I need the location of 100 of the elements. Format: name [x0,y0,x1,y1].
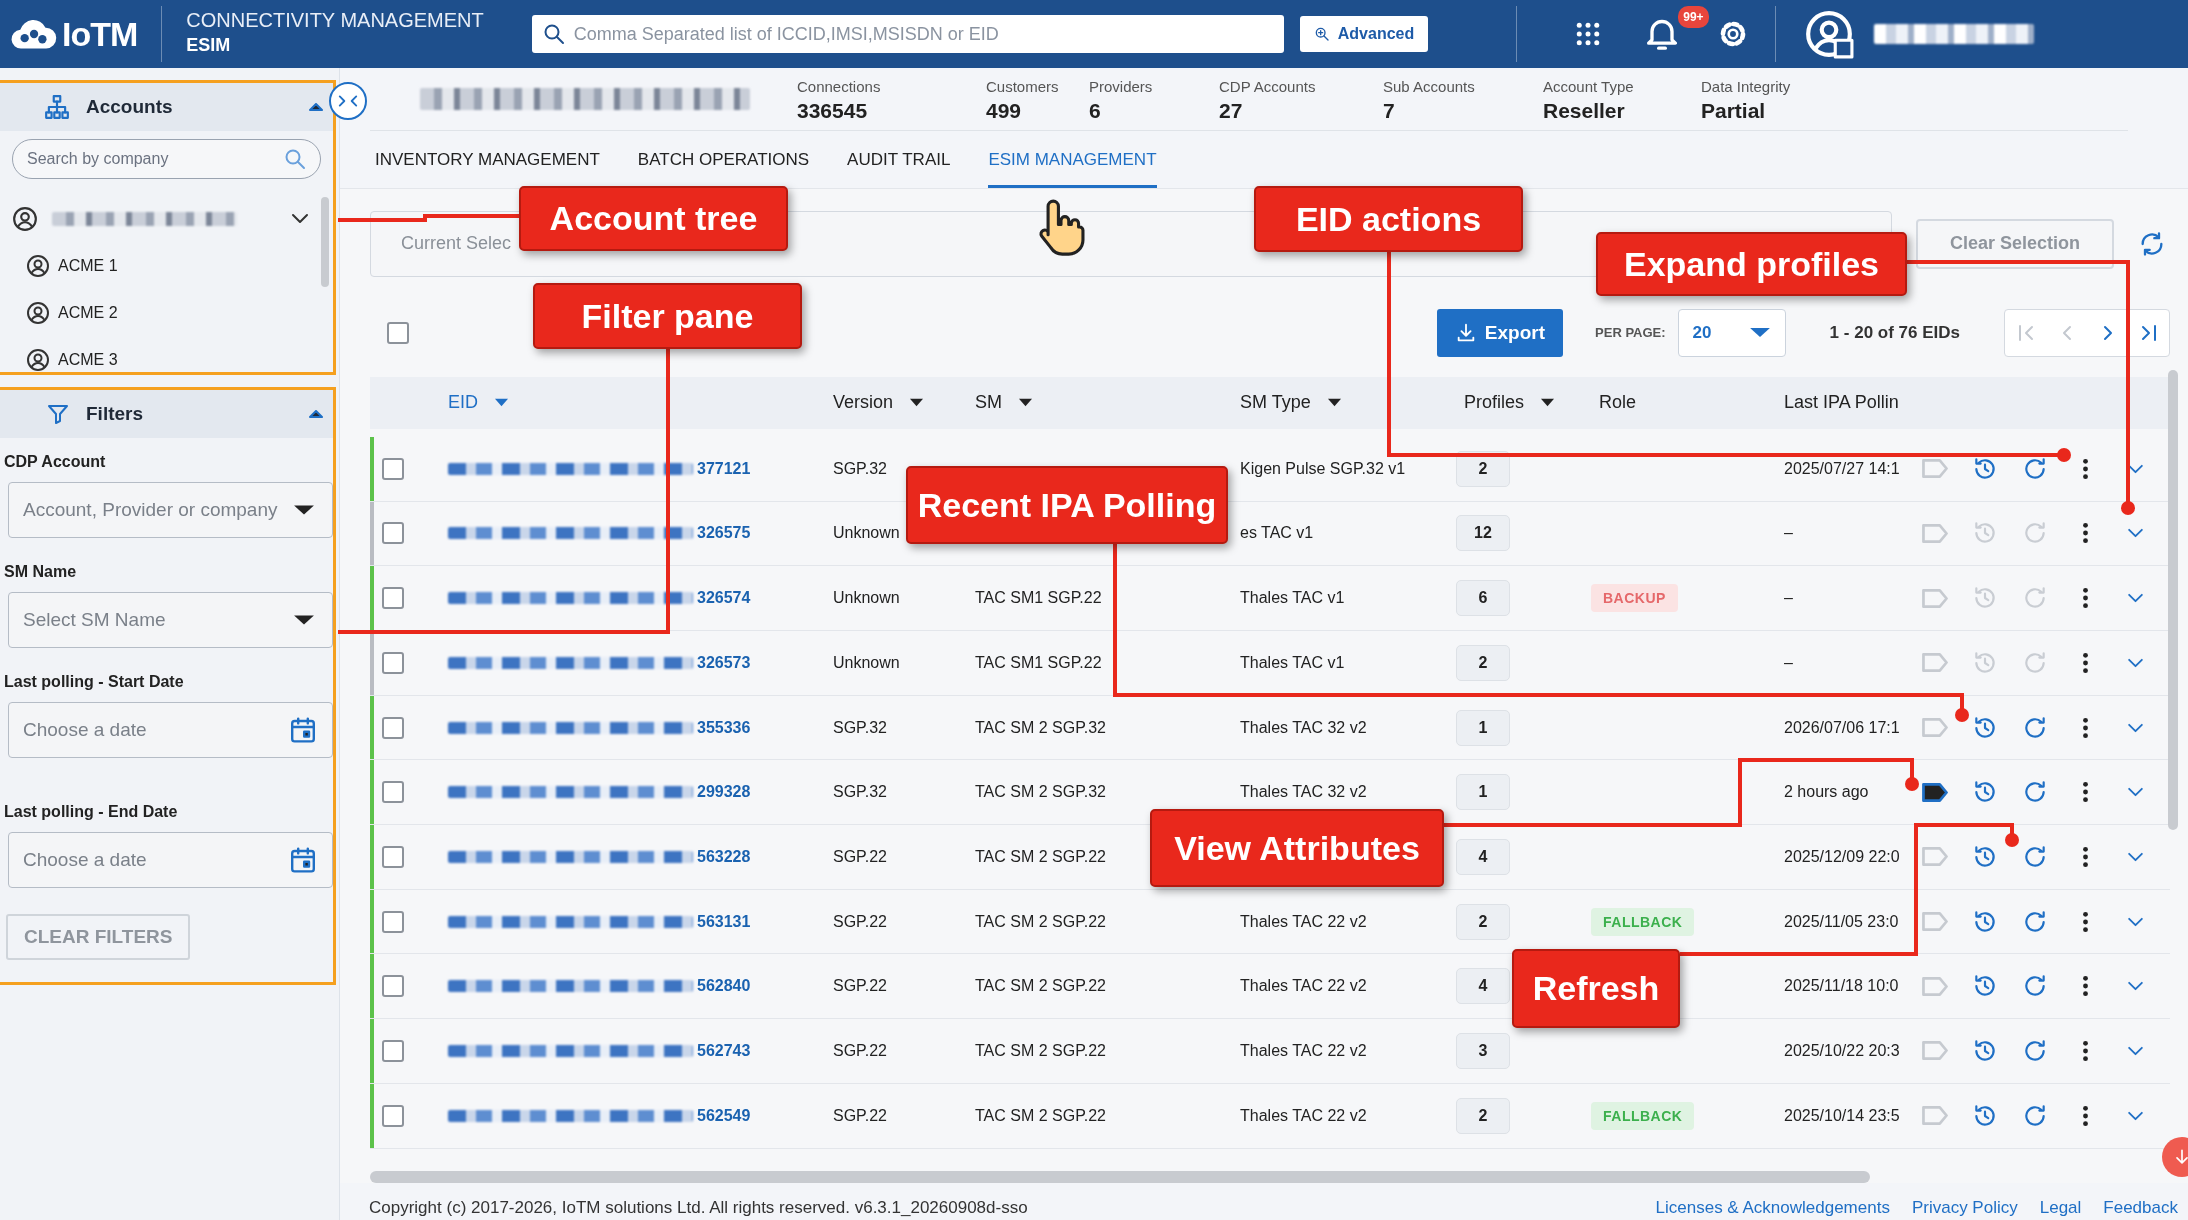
history-icon[interactable] [1972,455,1998,482]
tag-icon[interactable] [1922,782,1948,802]
eid-link[interactable]: 355336 [697,715,751,740]
eid-link[interactable]: 563228 [697,844,751,869]
stat-value: 6 [1089,98,1102,122]
footer-link[interactable]: Feedback [2103,1194,2178,1220]
column-header[interactable]: Last IPA Pollin [1784,389,1899,417]
column-header[interactable]: Role [1599,389,1637,417]
per-page-select[interactable]: 20 [1677,308,1786,357]
table-row[interactable]: 563131 SGP.22 TAC SM 2 SGP.22 Thales TAC 22 v2 2 FALLBACK 2025/11/05 23:0 [370,889,2170,955]
tree-item-label[interactable]: ACME 2 [58,300,118,325]
more-options-icon[interactable] [2081,1104,2089,1127]
table-row[interactable]: 326574 Unknown TAC SM1 SGP.22 Thales TAC v1 6 BACKUP – [370,566,2170,631]
column-header[interactable]: Profiles [1464,389,1525,417]
row-checkbox[interactable] [382,845,404,868]
date-field[interactable]: Choose a date [8,832,333,888]
history-icon[interactable] [1972,1102,1998,1129]
eid-link[interactable]: 326573 [697,650,751,675]
row-checkbox[interactable] [382,587,404,610]
more-options-icon[interactable] [2081,781,2089,804]
row-checkbox[interactable] [382,781,404,804]
export-button[interactable]: Export [1436,308,1564,357]
row-checkbox[interactable] [382,651,404,674]
callout-label: View Attributes [1150,809,1444,887]
row-checkbox[interactable] [382,1104,404,1127]
more-options-icon[interactable] [2081,522,2089,545]
table-row[interactable]: 299328 SGP.32 TAC SM 2 SGP.32 Thales TAC 32 v2 1 2 hours ago [370,760,2170,826]
chevron-down-icon[interactable] [291,213,309,224]
row-checkbox[interactable] [382,716,404,739]
eid-link[interactable]: 326574 [697,586,751,611]
scrollbar[interactable] [321,197,329,287]
tab[interactable]: AUDIT TRAIL [847,147,951,188]
advanced-search-button[interactable]: Advanced [1299,16,1429,52]
history-icon[interactable] [1972,843,1998,870]
user-avatar-icon[interactable] [1804,9,1855,59]
panel-header[interactable]: Accounts [0,83,333,131]
collapse-sidebar-button[interactable] [329,82,367,120]
search-field[interactable]: Comma Separated list of ICCID,IMSI,MSISDN or EID [531,15,1284,53]
eid-link[interactable]: 377121 [697,456,751,481]
column-header[interactable]: SM Type [1240,389,1311,417]
callout-label: Filter pane [533,283,802,349]
more-options-icon[interactable] [2081,910,2089,933]
eid-link[interactable]: 562549 [697,1103,751,1128]
date-field[interactable]: Choose a date [8,702,333,758]
sort-caret-icon[interactable] [909,398,925,408]
sort-caret-icon[interactable] [1018,398,1033,408]
more-options-icon[interactable] [2081,975,2089,998]
refresh-icon[interactable] [2022,714,2048,741]
footer-link[interactable]: Licenses & Acknowledgements [1655,1194,1890,1220]
footer-link[interactable]: Privacy Policy [1911,1194,2018,1220]
eid-link[interactable]: 299328 [697,780,751,805]
refresh-icon[interactable] [2022,455,2048,482]
bell-icon[interactable] [1647,18,1678,50]
column-header[interactable]: Version [833,389,894,417]
column-header[interactable]: SM [975,389,1002,417]
role-tag: FALLBACK [1591,907,1695,936]
row-checkbox[interactable] [382,1039,404,1062]
tab[interactable]: BATCH OPERATIONS [637,147,810,188]
more-options-icon[interactable] [2081,651,2089,674]
row-checkbox[interactable] [382,975,404,998]
collapse-caret-icon[interactable] [309,103,323,111]
history-icon[interactable] [1972,714,1998,741]
more-options-icon[interactable] [2081,716,2089,739]
tree-item-label[interactable]: ACME 3 [58,347,118,372]
eid-link[interactable]: 563131 [697,909,751,934]
select-all-checkbox[interactable] [387,321,409,344]
sort-caret-icon[interactable] [1540,398,1556,408]
dropdown-field[interactable]: Account, Provider or company [8,482,333,538]
eid-link[interactable]: 562840 [697,974,751,999]
table-row[interactable]: 355336 SGP.32 TAC SM 2 SGP.32 Thales TAC 32 v2 1 2026/07/06 17:1 [370,695,2170,761]
scrollbar[interactable] [2168,370,2178,830]
more-options-icon[interactable] [2081,587,2089,610]
more-options-icon[interactable] [2081,457,2089,480]
column-header[interactable]: EID [448,389,478,417]
refresh-icon[interactable] [2022,1037,2048,1064]
tree-item-label[interactable]: ACME 1 [58,253,118,278]
footer-link[interactable]: Legal [2039,1194,2082,1220]
more-options-icon[interactable] [2081,845,2089,868]
row-checkbox[interactable] [382,522,404,545]
search-field[interactable]: Search by company [12,139,321,179]
table-cell: Thales TAC 32 v2 [1240,718,1367,736]
sort-caret-icon[interactable] [1326,398,1342,408]
more-options-icon[interactable] [2081,1039,2089,1062]
dropdown-field[interactable]: Select SM Name [8,592,333,648]
eid-link[interactable]: 562743 [697,1038,751,1063]
table-row[interactable]: 326573 Unknown TAC SM1 SGP.22 Thales TAC v1 2 – [370,631,2170,696]
field-label: SM Name [4,562,78,582]
refresh-icon[interactable] [2022,843,2048,870]
row-checkbox[interactable] [382,910,404,933]
refresh-icon[interactable] [2022,908,2048,935]
table-row[interactable]: 562743 SGP.22 TAC SM 2 SGP.22 Thales TAC 22 v2 3 2025/10/22 20:3 [370,1019,2170,1084]
history-icon[interactable] [1972,1037,1998,1064]
history-icon[interactable] [1972,908,1998,935]
eid-link[interactable]: 326575 [697,521,751,546]
row-checkbox[interactable] [382,457,404,480]
refresh-icon[interactable] [2022,1102,2048,1129]
tab[interactable]: INVENTORY MANAGEMENT [375,147,600,188]
panel-header[interactable]: Filters [0,390,333,438]
scrollbar[interactable] [370,1170,1870,1183]
collapse-caret-icon[interactable] [309,410,323,418]
